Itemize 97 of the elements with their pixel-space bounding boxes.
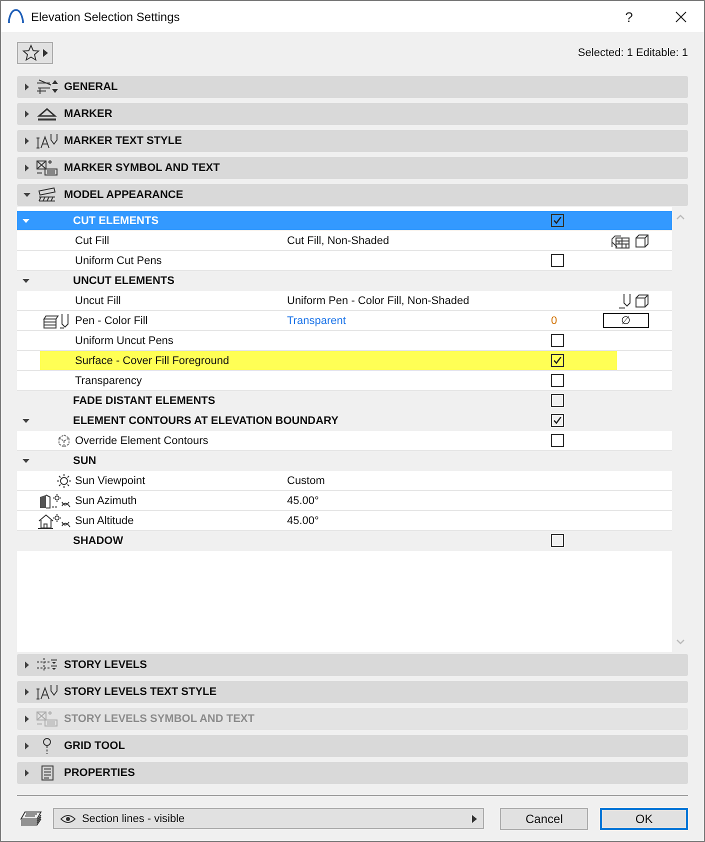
- fill-icons[interactable]: [611, 232, 651, 248]
- setting-label: Cut Fill: [75, 234, 110, 246]
- setting-label: Sun Viewpoint: [75, 474, 146, 486]
- group-label: FADE DISTANT ELEMENTS: [73, 394, 216, 406]
- checkbox[interactable]: [551, 374, 564, 387]
- triangle-icon[interactable]: [23, 661, 31, 669]
- setting-label: Transparency: [75, 374, 142, 386]
- triangle-icon[interactable]: [23, 688, 31, 696]
- sun-azimuth-icon: [38, 492, 72, 508]
- panel-header[interactable]: PROPERTIES: [17, 762, 688, 784]
- setting-value: Uniform Pen - Color Fill, Non-Shaded: [287, 294, 470, 306]
- help-button[interactable]: ?: [606, 1, 652, 32]
- setting-label: Pen - Color Fill: [75, 314, 148, 326]
- triangle-icon[interactable]: [23, 83, 31, 91]
- checkbox[interactable]: [551, 394, 564, 407]
- marker-icon: [36, 106, 58, 122]
- value-link[interactable]: Transparent: [287, 314, 346, 326]
- checkbox[interactable]: [551, 214, 564, 227]
- dialog-button[interactable]: OK: [600, 808, 688, 830]
- panel-header[interactable]: STORY LEVELS TEXT STYLE: [17, 681, 688, 703]
- panel-header[interactable]: MARKER TEXT STYLE: [17, 130, 688, 152]
- setting-value: 45.00°: [287, 514, 319, 526]
- tree-row[interactable]: Uncut Fill Uniform Pen - Color Fill, Non-Shaded: [17, 291, 672, 311]
- setting-label: Uniform Cut Pens: [75, 254, 162, 266]
- tree-row[interactable]: FADE DISTANT ELEMENTS: [17, 391, 672, 411]
- tree-row[interactable]: Surface - Cover Fill Foreground: [17, 351, 672, 371]
- tree-row[interactable]: Sun Viewpoint Custom: [17, 471, 672, 491]
- symbol-icon: [36, 160, 58, 176]
- tree-row[interactable]: Sun Azimuth 45.00°: [17, 491, 672, 511]
- tree-row[interactable]: SUN: [17, 451, 672, 471]
- setting-label: Sun Altitude: [75, 514, 134, 526]
- star-icon: [22, 44, 40, 62]
- setting-label: Override Element Contours: [75, 434, 208, 446]
- triangle-icon[interactable]: [22, 456, 30, 464]
- text-style-icon: [36, 684, 58, 700]
- symbol-icon: [36, 711, 58, 727]
- group-label: SHADOW: [73, 534, 124, 546]
- setting-label: Surface - Cover Fill Foreground: [75, 354, 230, 366]
- tree-row[interactable]: Uniform Cut Pens: [17, 251, 672, 271]
- triangle-icon[interactable]: [23, 137, 31, 145]
- panel-header[interactable]: MARKER: [17, 103, 688, 125]
- setting-value: Cut Fill, Non-Shaded: [287, 234, 390, 246]
- model-icon: [36, 187, 58, 203]
- layers-icon[interactable]: [19, 810, 43, 828]
- cube-icon: [56, 432, 72, 448]
- checkbox[interactable]: [551, 434, 564, 447]
- eye-icon: [60, 814, 76, 824]
- window-title: Elevation Selection Settings: [31, 10, 180, 24]
- caret-icon: [472, 814, 478, 822]
- stairs-icon: [36, 79, 58, 95]
- tree-row[interactable]: UNCUT ELEMENTS: [17, 271, 672, 291]
- triangle-icon[interactable]: [23, 110, 31, 118]
- setting-value: 45.00°: [287, 494, 319, 506]
- triangle-icon[interactable]: [23, 769, 31, 777]
- group-label: ELEMENT CONTOURS AT ELEVATION BOUNDARY: [73, 414, 338, 426]
- layer-dropdown[interactable]: Section lines - visible: [52, 808, 484, 829]
- close-icon: [675, 10, 687, 22]
- group-label: UNCUT ELEMENTS: [73, 274, 174, 286]
- checkbox[interactable]: [551, 354, 564, 367]
- tree-row[interactable]: ELEMENT CONTOURS AT ELEVATION BOUNDARY: [17, 411, 672, 431]
- setting-label: Uncut Fill: [75, 294, 121, 306]
- dialog-button[interactable]: Cancel: [500, 808, 588, 830]
- pen-swatch[interactable]: ∅: [603, 313, 649, 328]
- panel-header[interactable]: MARKER SYMBOL AND TEXT: [17, 157, 688, 179]
- sun-icon: [56, 472, 72, 488]
- pen-number[interactable]: 0: [551, 314, 558, 326]
- checkbox[interactable]: [551, 254, 564, 267]
- checkbox[interactable]: [551, 414, 564, 427]
- tree-row[interactable]: Transparency: [17, 371, 672, 391]
- triangle-icon[interactable]: [23, 742, 31, 750]
- app-logo-icon: [7, 8, 25, 26]
- tree-row[interactable]: Pen - Color Fill Transparent 0 ∅: [17, 311, 672, 331]
- triangle-icon[interactable]: [23, 191, 31, 199]
- levels-icon: [36, 657, 58, 673]
- triangle-icon[interactable]: [22, 276, 30, 284]
- tree-row[interactable]: Override Element Contours: [17, 431, 672, 451]
- panel-header[interactable]: GRID TOOL: [17, 735, 688, 757]
- checkbox[interactable]: [551, 534, 564, 547]
- triangle-icon[interactable]: [22, 416, 30, 424]
- setting-value: Custom: [287, 474, 325, 486]
- group-label: SUN: [73, 454, 96, 466]
- triangle-icon[interactable]: [23, 164, 31, 172]
- selection-info: Selected: 1 Editable: 1: [578, 46, 688, 58]
- favorites-button[interactable]: [17, 42, 53, 64]
- sun-altitude-icon: [38, 512, 72, 528]
- panel-header[interactable]: GENERAL: [17, 76, 688, 98]
- tree-row[interactable]: Uniform Uncut Pens: [17, 331, 672, 351]
- tree-row[interactable]: Sun Altitude 45.00°: [17, 511, 672, 531]
- setting-label: Sun Azimuth: [75, 494, 137, 506]
- tree-row[interactable]: SHADOW: [17, 531, 672, 551]
- panel-header[interactable]: MODEL APPEARANCE: [17, 184, 688, 206]
- checkbox[interactable]: [551, 334, 564, 347]
- caret-icon: [43, 48, 48, 56]
- text-style-icon: [36, 133, 58, 149]
- panel-header[interactable]: STORY LEVELS: [17, 654, 688, 676]
- group-label: CUT ELEMENTS: [73, 214, 159, 226]
- setting-label: Uniform Uncut Pens: [75, 334, 174, 346]
